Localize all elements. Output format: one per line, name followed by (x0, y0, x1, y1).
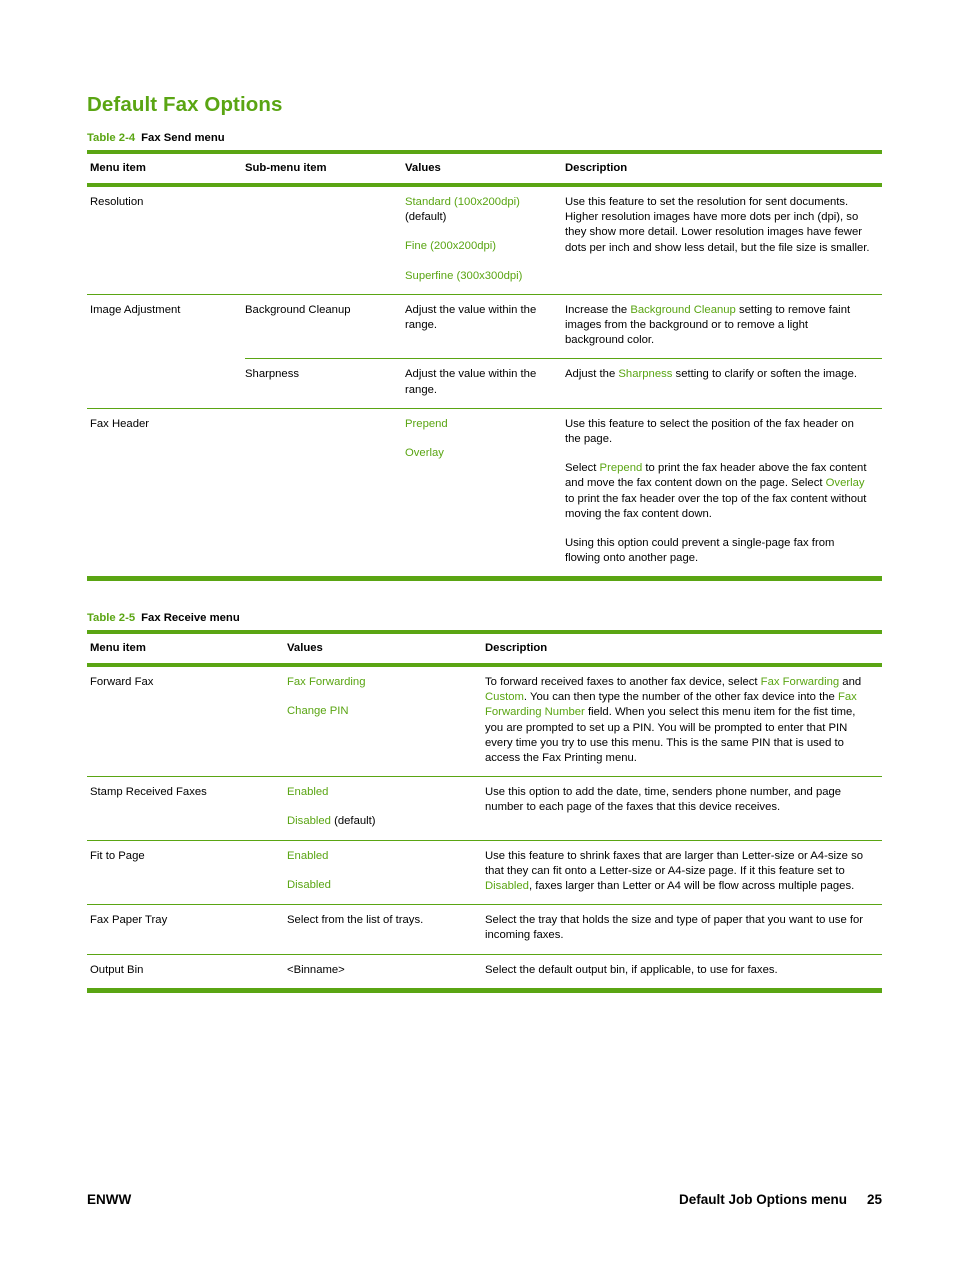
table-fax-send: Table 2-4 Fax Send menu Menu item Sub-men… (87, 131, 882, 582)
table-row: Resolution Standard (100x200dpi) (default… (87, 185, 882, 294)
table-caption-number: Table 2-5 (87, 612, 136, 624)
cell-description: Use this option to add the date, time, s… (485, 776, 882, 841)
table-caption-number: Table 2-4 (87, 132, 136, 144)
cell-menu-item: Forward Fax (90, 676, 154, 688)
value-option: Enabled (287, 849, 329, 862)
cell-description: Use this feature to select the position … (565, 407, 882, 577)
column-header-description: Description (485, 630, 882, 667)
cell-description: Adjust the Sharpness setting to clarify … (565, 358, 882, 409)
table-caption-fax-send: Table 2-4 Fax Send menu (87, 131, 882, 145)
table-row: Fit to Page Enabled Disabled Use this fe… (87, 839, 882, 905)
value-option: Fax Forwarding (287, 676, 366, 688)
cell-description: Use this feature to shrink faxes that ar… (485, 839, 882, 905)
table-caption-title: Fax Receive menu (141, 612, 240, 624)
fax-receive-grid: Menu item Values Description Forward Fax… (87, 630, 882, 988)
page-footer: ENWW Default Job Options menu 25 (87, 1192, 882, 1210)
cell-description: Increase the Background Cleanup setting … (565, 293, 882, 359)
cell-menu-item: Fit to Page (87, 839, 287, 905)
description-paragraph: Select Prepend to print the fax header a… (565, 462, 867, 520)
column-header-menu-item: Menu item (87, 150, 245, 187)
value-option: Change PIN (287, 705, 349, 718)
cell-values: Adjust the value within the range. (405, 293, 565, 359)
table-fax-receive: Table 2-5 Fax Receive menu Menu item Valu… (87, 611, 882, 993)
value-option: Enabled (287, 786, 329, 799)
cell-values: Prepend Overlay (405, 407, 565, 577)
cell-menu-item (87, 359, 245, 408)
value-option: Superfine (300x300dpi) (405, 269, 523, 282)
cell-description: Select the tray that holds the size and … (485, 904, 882, 955)
table-row: Forward Fax Fax Forwarding Change PIN To… (87, 665, 882, 777)
cell-sub-menu-item: Sharpness (245, 358, 405, 409)
cell-values: <Binname> (287, 953, 485, 988)
column-header-description: Description (565, 150, 882, 187)
cell-menu-item: Fax Paper Tray (87, 904, 287, 955)
column-header-values: Values (405, 150, 565, 187)
table-row: Fax Header Prepend Overlay Use this feat… (87, 407, 882, 577)
cell-sub-menu-item (245, 407, 405, 577)
cell-sub-menu-item (245, 185, 405, 294)
document-page: Default Fax Options Table 2-4 Fax Send me… (0, 0, 954, 1270)
table-bottom-rule (87, 576, 882, 582)
footer-locale: ENWW (87, 1192, 132, 1207)
table-bottom-rule (87, 987, 882, 993)
value-option: Prepend (405, 417, 448, 430)
column-header-sub-menu-item: Sub-menu item (245, 150, 405, 187)
cell-values: Enabled Disabled (default) (287, 776, 485, 841)
table-row: Image Adjustment Background Cleanup Adju… (87, 293, 882, 359)
cell-menu-item: Resolution (90, 196, 144, 208)
cell-description: To forward received faxes to another fax… (485, 676, 862, 765)
cell-values: Standard (100x200dpi) (default) Fine (200… (405, 185, 565, 294)
value-option: Fine (200x200dpi) (405, 240, 497, 253)
value-option: Overlay (405, 447, 444, 460)
cell-values: Enabled Disabled (287, 839, 485, 905)
cell-menu-item: Image Adjustment (87, 293, 245, 359)
footer-section-title: Default Job Options menu (678, 1192, 847, 1207)
description-paragraph: Use this feature to select the position … (565, 417, 854, 446)
cell-description: Select the default output bin, if applic… (485, 953, 882, 988)
table-row: Output Bin <Binname> Select the default … (87, 953, 882, 988)
cell-sub-menu-item: Background Cleanup (245, 293, 405, 359)
table-header-row: Menu item Values Description (87, 630, 882, 667)
value-option: Disabled (default) (287, 815, 376, 828)
fax-send-grid: Menu item Sub-menu item Values Descripti… (87, 150, 882, 577)
cell-values: Select from the list of trays. (287, 904, 485, 955)
table-row: Sharpness Adjust the value within the ra… (87, 358, 882, 409)
column-header-menu-item: Menu item (87, 630, 287, 667)
cell-values: Adjust the value within the range. (405, 358, 565, 409)
page-title: Default Fax Options (87, 93, 283, 116)
column-header-values: Values (287, 630, 485, 667)
cell-menu-item: Output Bin (87, 953, 287, 988)
cell-values: Fax Forwarding Change PIN (287, 665, 485, 777)
table-row: Fax Paper Tray Select from the list of t… (87, 904, 882, 955)
table-caption-fax-receive: Table 2-5 Fax Receive menu (87, 611, 882, 625)
table-row: Stamp Received Faxes Enabled Disabled (d… (87, 776, 882, 841)
cell-menu-item: Fax Header (87, 407, 245, 577)
footer-right: Default Job Options menu 25 (679, 1192, 882, 1207)
cell-menu-item: Stamp Received Faxes (87, 776, 287, 841)
value-option: Disabled (287, 878, 331, 891)
table-caption-title: Fax Send menu (141, 132, 225, 144)
value-option: Standard (100x200dpi) (default) (405, 196, 520, 224)
cell-description: Use this feature to set the resolution f… (565, 196, 870, 254)
description-paragraph: Using this option could prevent a single… (565, 537, 835, 565)
footer-page-number: 25 (866, 1192, 882, 1207)
table-header-row: Menu item Sub-menu item Values Descripti… (87, 150, 882, 187)
